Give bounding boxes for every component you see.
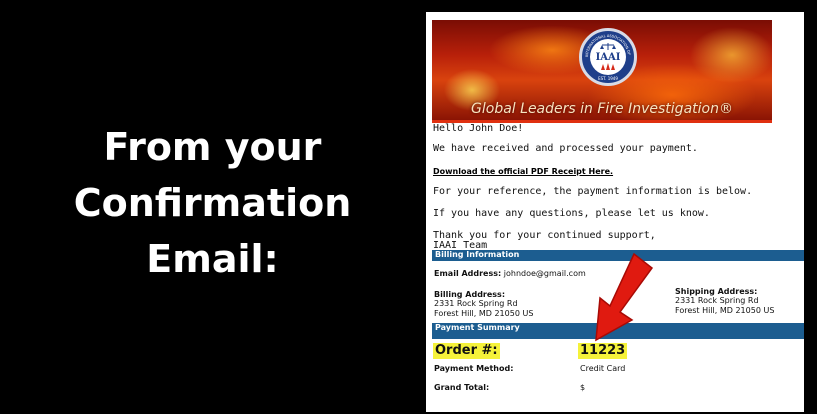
grand-total-label: Grand Total: <box>434 383 490 392</box>
seal-flame-icon <box>601 63 615 70</box>
slide-title-line-2: Confirmation <box>73 181 352 225</box>
seal-center: IAAI <box>590 39 626 75</box>
shipping-address-line-1: 2331 Rock Spring Rd <box>675 296 759 305</box>
slide-title-line-3: Email: <box>146 237 279 281</box>
payment-summary-title: Payment Summary <box>435 323 520 332</box>
billing-address-line-1: 2331 Rock Spring Rd <box>434 299 518 308</box>
email-address-value: johndoe@gmail.com <box>503 269 586 278</box>
slide-title-line-1: From your <box>103 125 322 169</box>
email-address-label: Email Address: <box>434 269 502 278</box>
email-address-row: Email Address: johndoe@gmail.com <box>434 269 586 278</box>
payment-method-label: Payment Method: <box>434 364 514 373</box>
slide-title-panel: From your Confirmation Email: <box>0 0 425 414</box>
red-arrow-icon <box>595 252 654 342</box>
payment-method-value: Credit Card <box>580 364 626 373</box>
questions-message: If you have any questions, please let us… <box>433 208 710 219</box>
billing-address-line-2: Forest Hill, MD 21050 US <box>434 309 534 318</box>
received-message: We have received and processed your paym… <box>433 143 698 154</box>
email-banner: INTERNATIONAL ASSOCIATION OF ARSON INVES… <box>432 20 772 123</box>
pdf-receipt-link[interactable]: Download the official PDF Receipt Here. <box>433 167 613 176</box>
order-number-value: 11223 <box>578 343 628 359</box>
billing-address-label: Billing Address: <box>434 290 506 299</box>
grand-total-value: $ <box>580 383 586 392</box>
shipping-address-label: Shipping Address: <box>675 287 758 296</box>
greeting: Hello John Doe! <box>433 123 524 134</box>
shipping-address-line-2: Forest Hill, MD 21050 US <box>675 306 775 315</box>
receipt-link-wrap: Download the official PDF Receipt Here. <box>433 166 613 177</box>
slide-title: From your Confirmation Email: <box>74 119 352 287</box>
seal-acronym: IAAI <box>595 52 621 63</box>
iaai-seal-icon: INTERNATIONAL ASSOCIATION OF ARSON INVES… <box>579 28 637 86</box>
seal-established: EST. 1949 <box>598 76 618 81</box>
banner-tagline: Global Leaders in Fire Investigation® <box>471 101 733 117</box>
order-number-label: Order #: <box>433 343 500 359</box>
confirmation-email: INTERNATIONAL ASSOCIATION OF ARSON INVES… <box>426 12 804 412</box>
reference-message: For your reference, the payment informat… <box>433 186 753 197</box>
